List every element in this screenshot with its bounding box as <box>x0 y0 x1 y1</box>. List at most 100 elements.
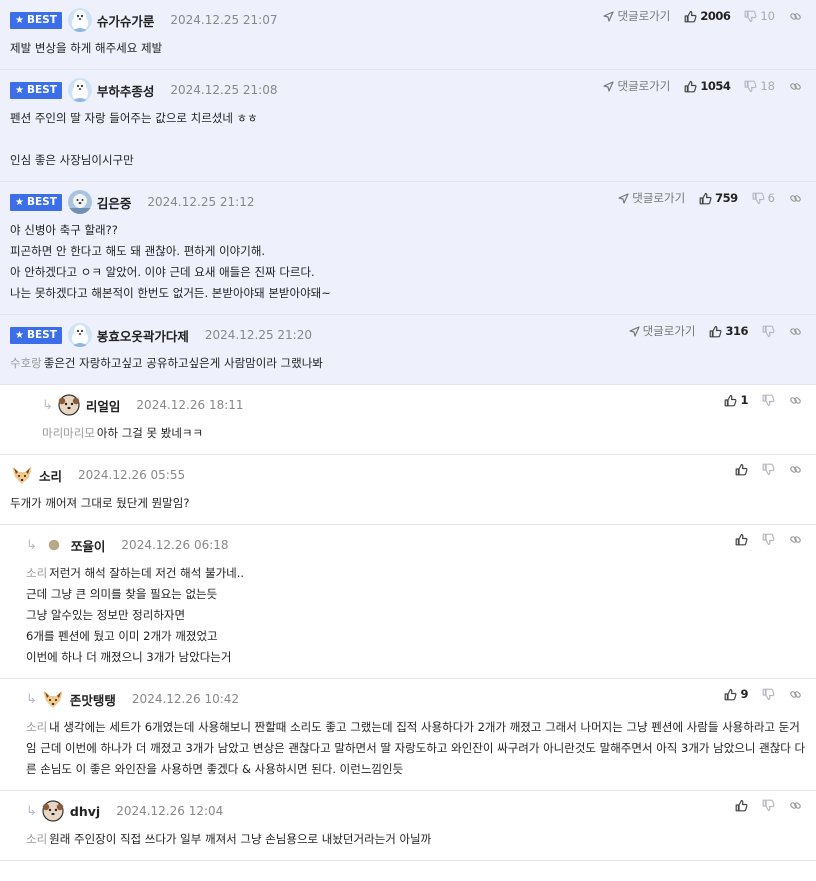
link-icon <box>789 688 802 701</box>
upvote-count: 1 <box>740 393 748 407</box>
star-icon: ★ <box>15 14 24 26</box>
reply-target-tag[interactable]: 수호랑 <box>10 356 42 370</box>
comment-header: 소리 2024.12.26 05:55 <box>10 463 806 487</box>
goto-label: 댓글로가기 <box>642 324 696 338</box>
comment-header: ↳ 존맛탱탱 2024.12.26 10:42 <box>26 687 806 711</box>
comment-line: 아 안하겠다고 ㅇㅋ 알았어. 이야 근데 요새 애들은 진짜 다르다. <box>10 262 806 283</box>
dog-avatar-blue <box>67 323 92 347</box>
copy-link-button[interactable] <box>789 463 802 476</box>
comment-actions: 댓글로가기 316 <box>615 323 802 339</box>
upvote-button[interactable]: 759 <box>699 191 738 205</box>
thumbs-up-icon <box>684 10 697 23</box>
goto-comment-button[interactable]: 댓글로가기 <box>603 78 670 94</box>
author-nickname[interactable]: dhvj <box>70 804 100 819</box>
downvote-button[interactable] <box>762 533 775 546</box>
author-nickname[interactable]: 소리 <box>39 466 62 485</box>
best-comment: ★ BEST 봉효오옷곽가다제 2024.12.25 21:20 수호랑 좋은건 자랑하고… <box>0 315 816 385</box>
comment-header: ↳ dhvj 2024.12.26 12:04 <box>26 799 806 823</box>
comment-list: ★ BEST 슈가슈가룬 2024.12.25 21:07 제발 변상을 하게 해주세요… <box>0 0 816 861</box>
comment-body: 수호랑 좋은건 자랑하고싶고 공유하고싶은게 사람맘이라 그랬나봐 <box>10 353 806 374</box>
copy-link-button[interactable] <box>789 192 802 205</box>
copy-link-button[interactable] <box>789 688 802 701</box>
copy-link-button[interactable] <box>789 799 802 812</box>
author-nickname[interactable]: 리얼임 <box>86 396 121 415</box>
author-nickname[interactable]: 슈가슈가룬 <box>97 11 155 30</box>
fox-avatar <box>10 463 34 487</box>
downvote-button[interactable]: 10 <box>744 9 775 23</box>
downvote-button[interactable] <box>762 325 775 338</box>
reply-target-tag[interactable]: 소리 <box>26 720 47 734</box>
downvote-button[interactable] <box>762 394 775 407</box>
downvote-button[interactable]: 6 <box>752 191 775 205</box>
comment-text: 원래 주인장이 직접 쓰다가 일부 깨져서 그냥 손님용으로 내놨던거라는거 아… <box>49 832 432 846</box>
upvote-button[interactable]: 316 <box>709 324 748 338</box>
thumbs-down-icon <box>762 394 775 407</box>
downvote-count: 6 <box>767 191 775 205</box>
comment-text: 저런거 해석 잘하는데 저건 해석 불가네.. <box>49 566 245 580</box>
upvote-button[interactable] <box>735 799 748 812</box>
comment-line <box>10 129 806 150</box>
thumbs-down-icon <box>744 80 757 93</box>
best-label: BEST <box>26 14 57 26</box>
thumbs-down-icon <box>744 10 757 23</box>
author-nickname[interactable]: 김은중 <box>97 193 132 212</box>
star-icon: ★ <box>15 84 24 96</box>
comment-date: 2024.12.26 12:04 <box>116 804 224 818</box>
comment-line: 피곤하면 안 한다고 해도 돼 괜찮아. 편하게 이야기해. <box>10 241 806 262</box>
reply-target-tag[interactable]: 마리마리모 <box>42 426 95 440</box>
reply-target-tag[interactable]: 소리 <box>26 832 47 846</box>
author-nickname[interactable]: 존맛탱탱 <box>70 690 116 709</box>
upvote-button[interactable]: 1 <box>724 393 748 407</box>
comment-actions <box>721 463 802 476</box>
reply-target-tag[interactable]: 소리 <box>26 566 47 580</box>
comment-body: 소리 저런거 해석 잘하는데 저건 해석 불가네.. 근데 그냥 큰 의미를 찾을 … <box>26 563 806 668</box>
comment-body: 펜션 주인의 딸 자랑 들어주는 값으로 치르셨네 ㅎㅎ 인심 좋은 사장님이시… <box>10 108 806 171</box>
thumbs-down-icon <box>762 463 775 476</box>
goto-label: 댓글로가기 <box>632 191 686 205</box>
comment-text: 펜션 주인의 딸 자랑 들어주는 값으로 치르셨네 ㅎㅎ <box>10 111 258 125</box>
comment-line: 소리 내 생각에는 세트가 6개였는데 사용해보니 짠할때 소리도 좋고 그랬는데… <box>26 717 806 780</box>
best-comment: ★ BEST 슈가슈가룬 2024.12.25 21:07 제발 변상을 하게 해주세요… <box>0 0 816 70</box>
star-icon: ★ <box>15 329 24 341</box>
upvote-button[interactable]: 1054 <box>684 79 731 93</box>
comment-date: 2024.12.25 21:12 <box>147 195 255 209</box>
upvote-button[interactable] <box>735 463 748 476</box>
upvote-button[interactable] <box>735 533 748 546</box>
goto-label: 댓글로가기 <box>617 79 671 93</box>
copy-link-button[interactable] <box>789 325 802 338</box>
downvote-button[interactable] <box>762 463 775 476</box>
author-nickname[interactable]: 쪼율이 <box>71 536 106 555</box>
dog-avatar-brown <box>56 393 81 417</box>
reply-comment: ↳ 리얼임 2024.12.26 18:11 마리마리모 아하 그걸 못 봤네ㅋㅋ 1 <box>0 385 816 455</box>
thumbs-up-icon <box>699 192 712 205</box>
link-icon <box>789 10 802 23</box>
comment-actions <box>721 799 802 812</box>
copy-link-button[interactable] <box>789 394 802 407</box>
best-badge: ★ BEST <box>10 81 62 99</box>
comment-actions: 댓글로가기 759 6 <box>604 190 802 206</box>
comment-body: 마리마리모 아하 그걸 못 봤네ㅋㅋ <box>42 423 806 444</box>
comment-line: 마리마리모 아하 그걸 못 봤네ㅋㅋ <box>42 423 806 444</box>
copy-link-button[interactable] <box>789 80 802 93</box>
dog-avatar-blue <box>67 78 92 102</box>
comment-text: 좋은건 자랑하고싶고 공유하고싶은게 사람맘이라 그랬나봐 <box>43 356 323 370</box>
downvote-button[interactable] <box>762 799 775 812</box>
goto-comment-button[interactable]: 댓글로가기 <box>603 8 670 24</box>
comment-body: 두개가 깨어져 그대로 뒀단게 뭔말임? <box>10 493 806 514</box>
copy-link-button[interactable] <box>789 10 802 23</box>
comment-text: 아 안하겠다고 ㅇㅋ 알았어. 이야 근데 요새 애들은 진짜 다르다. <box>10 265 315 279</box>
copy-link-button[interactable] <box>789 533 802 546</box>
author-nickname[interactable]: 봉효오옷곽가다제 <box>97 326 189 345</box>
upvote-button[interactable]: 9 <box>724 687 748 701</box>
best-label: BEST <box>26 329 57 341</box>
upvote-button[interactable]: 2006 <box>684 9 731 23</box>
comment-date: 2024.12.25 21:07 <box>170 13 278 27</box>
downvote-button[interactable] <box>762 688 775 701</box>
goto-comment-button[interactable]: 댓글로가기 <box>618 190 685 206</box>
downvote-button[interactable]: 18 <box>744 79 775 93</box>
goto-comment-button[interactable]: 댓글로가기 <box>628 323 696 339</box>
comment-line: 나는 못하겠다고 해본적이 한번도 없거든. 본받아야돼 본받아야돼~ <box>10 283 806 304</box>
thumbs-up-icon <box>684 80 697 93</box>
circle-avatar <box>44 536 63 554</box>
author-nickname[interactable]: 부하추종성 <box>97 81 155 100</box>
